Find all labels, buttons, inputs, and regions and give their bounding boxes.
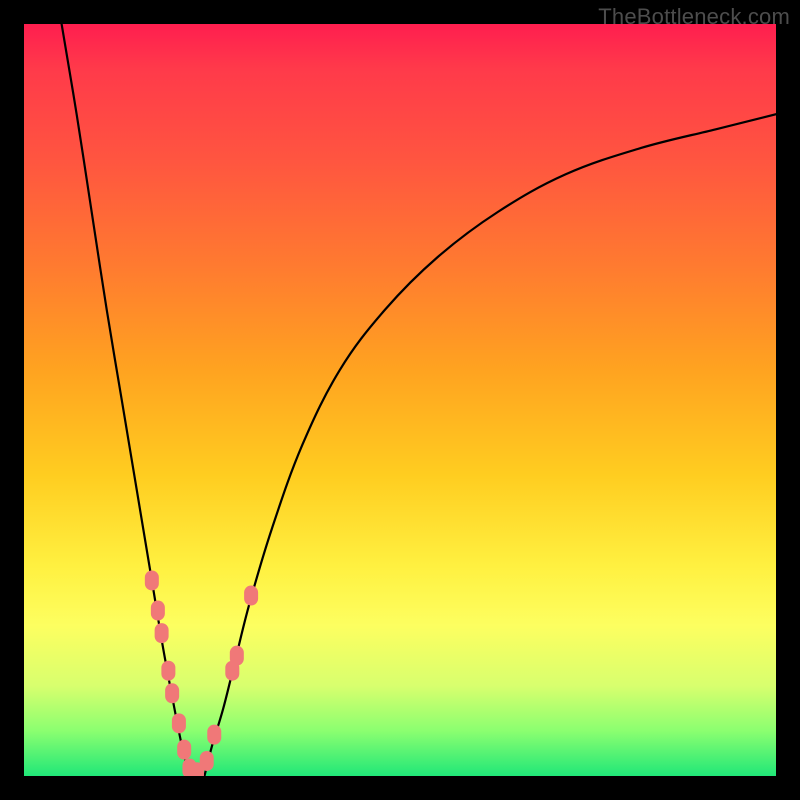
chart-frame: TheBottleneck.com [0,0,800,800]
marker-point [244,586,258,606]
marker-point [230,646,244,666]
watermark-text: TheBottleneck.com [598,4,790,30]
marker-point [165,683,179,703]
marker-point [177,740,191,760]
marker-point [145,570,159,590]
marker-point [161,661,175,681]
marker-point [151,601,165,621]
marker-point [155,623,169,643]
marker-point [172,713,186,733]
curve-layer [24,24,776,776]
right-branch-curve [204,114,776,776]
marker-group [145,570,258,776]
plot-area [24,24,776,776]
marker-point [200,751,214,771]
marker-point [207,725,221,745]
